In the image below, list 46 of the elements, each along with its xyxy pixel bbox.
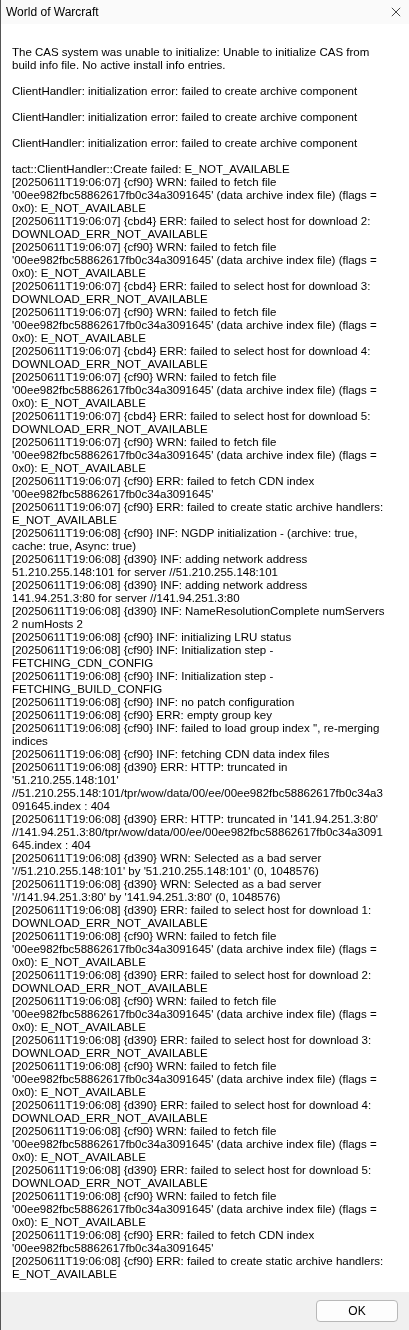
message-text: [20250611T19:06:07] {cf90} ERR: failed to create static archive handlers: E_NOT_AVAILABLE	[12, 501, 385, 527]
message-text: [20250611T19:06:07] {cf90} WRN: failed to fetch file '00ee982fbc58862617fb0c34a3091645' (data archive index file) (flags = 0x0): E_NOT_AVAILABLE	[12, 306, 378, 345]
message-text: The CAS system was unable to initialize: Unable to initialize CAS from build info file. No active install info entries.	[12, 46, 371, 72]
message-text: [20250611T19:06:08] {cf90} INF: NGDP initialization - (archive: true, cache: true, Async: true)	[12, 527, 359, 553]
message-text: [20250611T19:06:08] {cf90} INF: Initialization step - FETCHING_BUILD_CONFIG	[12, 670, 275, 696]
close-icon[interactable]	[391, 7, 401, 17]
message-text: [20250611T19:06:08] {d390} WRN: Selected as a bad server '//51.210.255.148:101' by '51.210.255.148:101' (0, 1048576)	[12, 852, 323, 878]
window-title: World of Warcraft	[6, 5, 99, 19]
message-text: [20250611T19:06:08] {cf90} WRN: failed to fetch file '00ee982fbc58862617fb0c34a3091645' (data archive index file) (flags = 0x0): E_NOT_AVAILABLE	[12, 995, 378, 1034]
message-text: [20250611T19:06:07] {cbd4} ERR: failed to select host for download 4: DOWNLOAD_ERR_NOT_AVAILABLE	[12, 345, 372, 371]
ok-button[interactable]: OK	[316, 1300, 398, 1322]
message-text: ClientHandler: initialization error: failed to create archive component	[12, 85, 359, 98]
message-text: [20250611T19:06:08] {cf90} WRN: failed to fetch file '00ee982fbc58862617fb0c34a3091645' (data archive index file) (flags = 0x0): E_NOT_AVAILABLE	[12, 1190, 378, 1229]
message-text: [20250611T19:06:07] {cf90} WRN: failed to fetch file '00ee982fbc58862617fb0c34a3091645' (data archive index file) (flags = 0x0): E_NOT_AVAILABLE	[12, 176, 378, 215]
message-text: [20250611T19:06:08] {d390} ERR: HTTP: truncated in '51.210.255.148:101' //51.210.255.148:101/tpr/wow/data/00/ee/00ee982fbc58862617fb0c34a3091645.index : 404	[12, 761, 384, 813]
message-text: [20250611T19:06:08] {d390} ERR: failed to select host for download 3: DOWNLOAD_ERR_NOT_AVAILABLE	[12, 1034, 373, 1060]
message-text: [20250611T19:06:07] {cf90} WRN: failed to fetch file '00ee982fbc58862617fb0c34a3091645' (data archive index file) (flags = 0x0): E_NOT_AVAILABLE	[12, 436, 378, 475]
message-text: [20250611T19:06:08] {d390} ERR: failed to select host for download 5: DOWNLOAD_ERR_NOT_AVAILABLE	[12, 1164, 373, 1190]
message-text: [20250611T19:06:08] {cf90} ERR: failed to fetch CDN index '00ee982fbc58862617fb0c34a3091645'	[12, 1229, 316, 1255]
message-text: [20250611T19:06:08] {cf90} INF: failed to load group index '', re-merging indices	[12, 722, 381, 748]
message-text: [20250611T19:06:08] {d390} WRN: Selected as a bad server '//141.94.251.3:80' by '141.94.251.3:80' (0, 1048576)	[12, 878, 323, 904]
message-text: [20250611T19:06:08] {cf90} WRN: failed to fetch file '00ee982fbc58862617fb0c34a3091645' (data archive index file) (flags = 0x0): E_NOT_AVAILABLE	[12, 930, 378, 969]
message-text: [20250611T19:06:08] {cf90} INF: Initialization step - FETCHING_CDN_CONFIG	[12, 644, 275, 670]
message-text: [20250611T19:06:07] {cf90} WRN: failed to fetch file '00ee982fbc58862617fb0c34a3091645' (data archive index file) (flags = 0x0): E_NOT_AVAILABLE	[12, 241, 378, 280]
message-text: [20250611T19:06:08] {cf90} INF: initializing LRU status	[12, 631, 293, 644]
message-text: [20250611T19:06:08] {cf90} ERR: failed to create static archive handlers: E_NOT_AVAILABLE	[12, 1255, 385, 1281]
message-text: [20250611T19:06:08] {cf90} WRN: failed to fetch file '00ee982fbc58862617fb0c34a3091645' (data archive index file) (flags = 0x0): E_NOT_AVAILABLE	[12, 1060, 378, 1099]
message-text: [20250611T19:06:07] {cbd4} ERR: failed to select host for download 2: DOWNLOAD_ERR_NOT_AVAILABLE	[12, 215, 372, 241]
message-text: [20250611T19:06:08] {d390} ERR: failed to select host for download 1: DOWNLOAD_ERR_NOT_AVAILABLE	[12, 904, 373, 930]
message-text: [20250611T19:06:08] {cf90} INF: fetching CDN data index files	[12, 748, 331, 761]
message-text: [20250611T19:06:08] {d390} INF: NameResolutionComplete numServers 2 numHosts 2	[12, 605, 386, 631]
message-text: [20250611T19:06:08] {d390} ERR: failed to select host for download 4: DOWNLOAD_ERR_NOT_AVAILABLE	[12, 1099, 373, 1125]
message-text: [20250611T19:06:08] {d390} INF: adding network address 51.210.255.148:101 for server //51.210.255.148:101	[12, 553, 309, 579]
message-text: [20250611T19:06:08] {cf90} WRN: failed to fetch file '00ee982fbc58862617fb0c34a3091645' (data archive index file) (flags = 0x0): E_NOT_AVAILABLE	[12, 1125, 378, 1164]
message-text: ClientHandler: initialization error: failed to create archive component	[12, 137, 359, 150]
message-text: [20250611T19:06:07] {cf90} WRN: failed to fetch file '00ee982fbc58862617fb0c34a3091645' (data archive index file) (flags = 0x0): E_NOT_AVAILABLE	[12, 371, 378, 410]
message-text: [20250611T19:06:08] {cf90} INF: no patch configuration	[12, 696, 296, 709]
message-text: tact::ClientHandler::Create failed: E_NOT_AVAILABLE	[12, 163, 291, 176]
message-text: [20250611T19:06:07] {cbd4} ERR: failed to select host for download 5: DOWNLOAD_ERR_NOT_AVAILABLE	[12, 410, 372, 436]
message-text: ClientHandler: initialization error: failed to create archive component	[12, 111, 359, 124]
message-text: [20250611T19:06:08] {cf90} ERR: empty group key	[12, 709, 273, 722]
message-text: [20250611T19:06:07] {cbd4} ERR: failed to select host for download 3: DOWNLOAD_ERR_NOT_AVAILABLE	[12, 280, 372, 306]
message-text: [20250611T19:06:08] {d390} ERR: failed to select host for download 2: DOWNLOAD_ERR_NOT_AVAILABLE	[12, 969, 373, 995]
message-text: [20250611T19:06:08] {d390} ERR: HTTP: truncated in '141.94.251.3:80' //141.94.251.3:80/tpr/wow/data/00/ee/00ee982fbc58862617fb0c34a3091645.index : 404	[12, 813, 384, 852]
message-text: [20250611T19:06:08] {d390} INF: adding network address 141.94.251.3:80 for server //141.94.251.3:80	[12, 579, 309, 605]
message-text: [20250611T19:06:07] {cf90} ERR: failed to fetch CDN index '00ee982fbc58862617fb0c34a3091645'	[12, 475, 316, 501]
